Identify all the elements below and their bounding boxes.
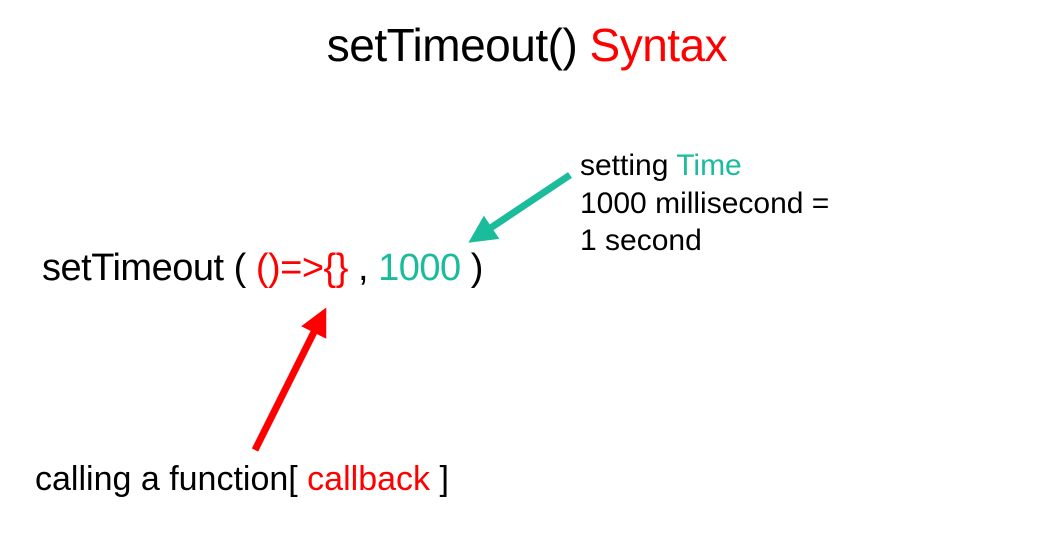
arrow-callback-icon bbox=[235, 300, 355, 460]
code-expression: setTimeout ( ()=>{} , 1000 ) bbox=[42, 247, 483, 290]
title-syntax: Syntax bbox=[590, 19, 728, 71]
code-callback: ()=>{} bbox=[256, 247, 348, 289]
annotation-time-label: setting bbox=[580, 149, 676, 182]
diagram-title: setTimeout() Syntax bbox=[0, 18, 1054, 72]
annotation-time-line2: 1000 millisecond = bbox=[580, 185, 829, 223]
code-delay: 1000 bbox=[378, 247, 461, 289]
annotation-time-keyword: Time bbox=[676, 149, 742, 182]
title-text: setTimeout() bbox=[327, 19, 590, 71]
code-separator: , bbox=[348, 247, 378, 289]
annotation-callback: calling a function[ callback ] bbox=[35, 460, 449, 499]
code-fn-name: setTimeout bbox=[42, 247, 224, 289]
annotation-callback-suffix: ] bbox=[430, 460, 449, 498]
code-open-paren: ( bbox=[224, 247, 256, 289]
annotation-callback-prefix: calling a function[ bbox=[35, 460, 307, 498]
annotation-time: setting Time 1000 millisecond = 1 second bbox=[580, 147, 829, 260]
annotation-callback-keyword: callback bbox=[307, 460, 430, 498]
annotation-time-line3: 1 second bbox=[580, 222, 829, 260]
arrow-time-icon bbox=[455, 165, 585, 255]
